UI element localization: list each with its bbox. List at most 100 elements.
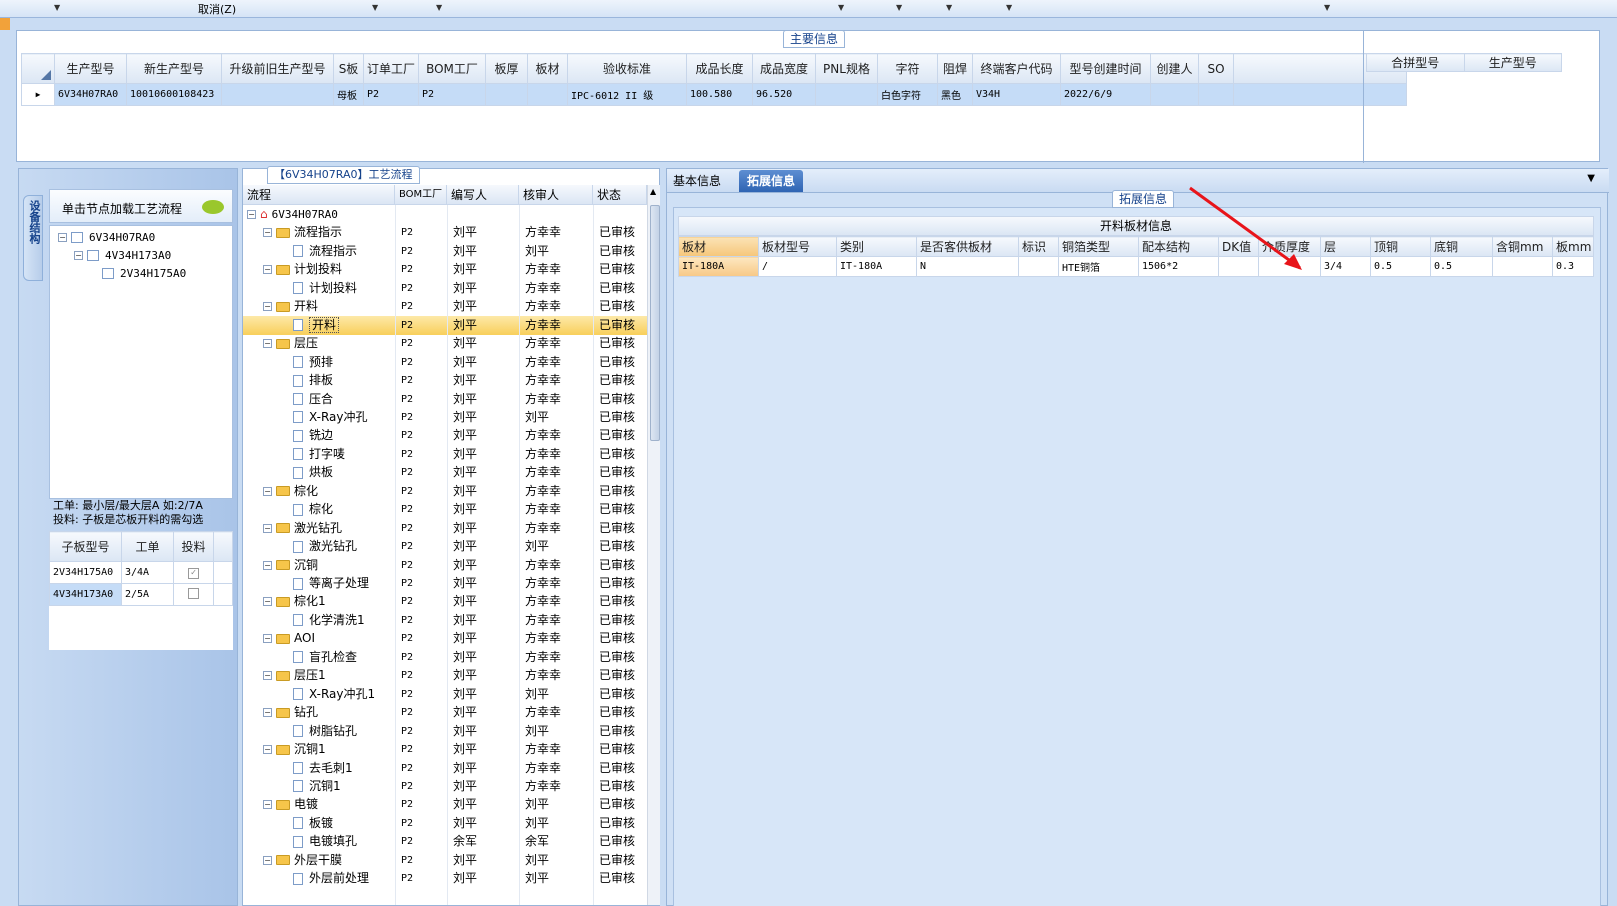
tree-node[interactable]: −4V34H173A0	[74, 246, 171, 265]
table-cell: P2	[363, 83, 419, 106]
column-header[interactable]: 工单	[121, 531, 174, 562]
column-header[interactable]: 生产型号	[54, 53, 127, 84]
list-item[interactable]: − 沉铜 P2 刘平 方幸幸 已审核	[243, 556, 647, 575]
list-item[interactable]: − 沉铜1 P2 刘平 方幸幸 已审核	[243, 740, 647, 759]
tab-device-structure[interactable]: 设备结构	[23, 195, 43, 281]
list-item[interactable]: − 棕化 P2 刘平 方幸幸 已审核	[243, 482, 647, 501]
dropdown-arrow-icon[interactable]: ▼	[436, 3, 442, 12]
dropdown-arrow-icon[interactable]: ▼	[372, 3, 378, 12]
column-header[interactable]: 新生产型号	[126, 53, 222, 84]
list-item[interactable]: 盲孔检查 P2 刘平 方幸幸 已审核	[243, 648, 647, 667]
list-item[interactable]: 树脂钻孔 P2 刘平 刘平 已审核	[243, 722, 647, 741]
dropdown-arrow-icon[interactable]: ▼	[1006, 3, 1012, 12]
column-header[interactable]: 板厚	[485, 53, 528, 84]
list-item[interactable]: 预排 P2 刘平 方幸幸 已审核	[243, 353, 647, 372]
feed-checkbox[interactable]	[188, 587, 199, 599]
list-item[interactable]: 化学清洗1 P2 刘平 方幸幸 已审核	[243, 611, 647, 630]
dropdown-arrow-icon[interactable]: ▼	[1324, 3, 1330, 12]
scroll-thumb[interactable]	[650, 205, 660, 441]
dropdown-arrow-icon[interactable]: ▼	[54, 3, 60, 12]
column-header[interactable]: 核审人	[519, 185, 593, 205]
table-cell: 刘平	[453, 409, 478, 424]
dropdown-arrow-icon[interactable]: ▼	[896, 3, 902, 12]
list-item[interactable]: − 钻孔 P2 刘平 方幸幸 已审核	[243, 703, 647, 722]
list-item[interactable]: − 电镀 P2 刘平 刘平 已审核	[243, 795, 647, 814]
list-item[interactable]: 流程指示 P2 刘平 刘平 已审核	[243, 242, 647, 261]
table-cell: P2	[401, 854, 414, 866]
column-header[interactable]: PNL规格	[815, 53, 878, 84]
list-item[interactable]: 电镀填孔 P2 余军 余军 已审核	[243, 832, 647, 851]
column-header[interactable]: 合拼型号	[1366, 53, 1465, 72]
column-header[interactable]: 升级前旧生产型号	[221, 53, 334, 84]
table-row[interactable]: ▶ 6V34H07RA0 10010600108423 母板 P2 P2 IPC-6012 …	[21, 83, 1407, 106]
table-cell: 方幸幸	[525, 668, 562, 683]
flow-scrollbar[interactable]: ▲	[647, 185, 661, 905]
column-header[interactable]: 创建人	[1150, 53, 1199, 84]
list-item[interactable]: 计划投料 P2 刘平 方幸幸 已审核	[243, 279, 647, 298]
column-header[interactable]: 编写人	[447, 185, 519, 205]
column-header[interactable]: SO	[1198, 53, 1234, 84]
table-cell: P2	[401, 873, 414, 885]
column-header[interactable]: 阻焊	[937, 53, 973, 84]
column-header[interactable]: 订单工厂	[363, 53, 419, 84]
list-item[interactable]: 沉铜1 P2 刘平 方幸幸 已审核	[243, 777, 647, 796]
column-header[interactable]: 生产型号	[1463, 53, 1562, 72]
list-item[interactable]: − 流程指示 P2 刘平 方幸幸 已审核	[243, 223, 647, 242]
list-item[interactable]: 开料 P2 刘平 方幸幸 已审核	[243, 315, 647, 335]
document-icon	[293, 577, 303, 590]
document-icon	[293, 835, 303, 848]
list-item[interactable]: − 层压1 P2 刘平 方幸幸 已审核	[243, 666, 647, 685]
list-item[interactable]: − 开料 P2 刘平 方幸幸 已审核	[243, 297, 647, 316]
table-cell: 方幸幸	[525, 391, 562, 406]
list-item[interactable]: − 计划投料 P2 刘平 方幸幸 已审核	[243, 260, 647, 279]
dropdown-arrow-icon[interactable]: ▼	[838, 3, 844, 12]
table-cell	[485, 83, 528, 106]
column-header[interactable]: BOM工厂	[395, 185, 447, 205]
table-cell: P2	[401, 633, 414, 645]
table-cell: P2	[401, 227, 414, 239]
feed-checkbox[interactable]: ✓	[188, 567, 199, 579]
load-flow-hint[interactable]: 单击节点加载工艺流程	[49, 189, 233, 223]
list-item[interactable]: 等离子处理 P2 刘平 方幸幸 已审核	[243, 574, 647, 593]
tree-node[interactable]: 2V34H175A0	[102, 264, 186, 283]
list-item[interactable]: 板镀 P2 刘平 刘平 已审核	[243, 814, 647, 833]
list-item[interactable]: − 层压 P2 刘平 方幸幸 已审核	[243, 334, 647, 353]
list-item[interactable]: − 外层干膜 P2 刘平 刘平 已审核	[243, 851, 647, 870]
column-header[interactable]: 终端客户代码	[972, 53, 1061, 84]
dropdown-arrow-icon[interactable]: ▼	[946, 3, 952, 12]
list-item[interactable]: 排板 P2 刘平 方幸幸 已审核	[243, 371, 647, 390]
list-item[interactable]: 棕化 P2 刘平 方幸幸 已审核	[243, 500, 647, 519]
column-header[interactable]: 板材	[527, 53, 568, 84]
column-header[interactable]: 验收标准	[567, 53, 687, 84]
cancel-button[interactable]: 取消(Z)	[198, 1, 236, 17]
scroll-up-icon[interactable]: ▲	[650, 187, 656, 196]
table-row[interactable]: 4V34H173A0 2/5A	[49, 583, 233, 606]
list-item[interactable]: − 棕化1 P2 刘平 方幸幸 已审核	[243, 592, 647, 611]
list-item[interactable]: 去毛刺1 P2 刘平 方幸幸 已审核	[243, 759, 647, 778]
column-header[interactable]: 子板型号	[49, 531, 122, 562]
step-name: 外层干膜	[294, 852, 343, 867]
column-header[interactable]: S板	[333, 53, 364, 84]
column-header[interactable]: 型号创建时间	[1060, 53, 1151, 84]
tree-root[interactable]: − ⌂ 6V34H07RA0	[247, 205, 338, 224]
list-item[interactable]: 外层前处理 P2 刘平 刘平 已审核	[243, 869, 647, 888]
column-header[interactable]: 流程	[243, 185, 395, 205]
list-item[interactable]: X-Ray冲孔 P2 刘平 刘平 已审核	[243, 408, 647, 427]
list-item[interactable]: X-Ray冲孔1 P2 刘平 刘平 已审核	[243, 685, 647, 704]
column-header[interactable]: 状态	[593, 185, 647, 205]
column-header[interactable]: 成品长度	[686, 53, 753, 84]
list-item[interactable]: 压合 P2 刘平 方幸幸 已审核	[243, 390, 647, 409]
list-item[interactable]: − 激光钻孔 P2 刘平 方幸幸 已审核	[243, 519, 647, 538]
list-item[interactable]: 铣边 P2 刘平 方幸幸 已审核	[243, 426, 647, 445]
column-header[interactable]: 字符	[877, 53, 938, 84]
list-item[interactable]: − AOI P2 刘平 方幸幸 已审核	[243, 629, 647, 648]
column-header[interactable]: 投料	[173, 531, 214, 562]
list-item[interactable]: 打字唛 P2 刘平 方幸幸 已审核	[243, 445, 647, 464]
column-header[interactable]: 成品宽度	[752, 53, 816, 84]
table-cell: 刘平	[525, 243, 550, 258]
column-header[interactable]: BOM工厂	[418, 53, 486, 84]
tree-node[interactable]: −6V34H07RA0	[58, 228, 155, 247]
table-row[interactable]: 2V34H175A0 3/4A ✓	[49, 561, 233, 584]
list-item[interactable]: 激光钻孔 P2 刘平 刘平 已审核	[243, 537, 647, 556]
list-item[interactable]: 烘板 P2 刘平 方幸幸 已审核	[243, 463, 647, 482]
